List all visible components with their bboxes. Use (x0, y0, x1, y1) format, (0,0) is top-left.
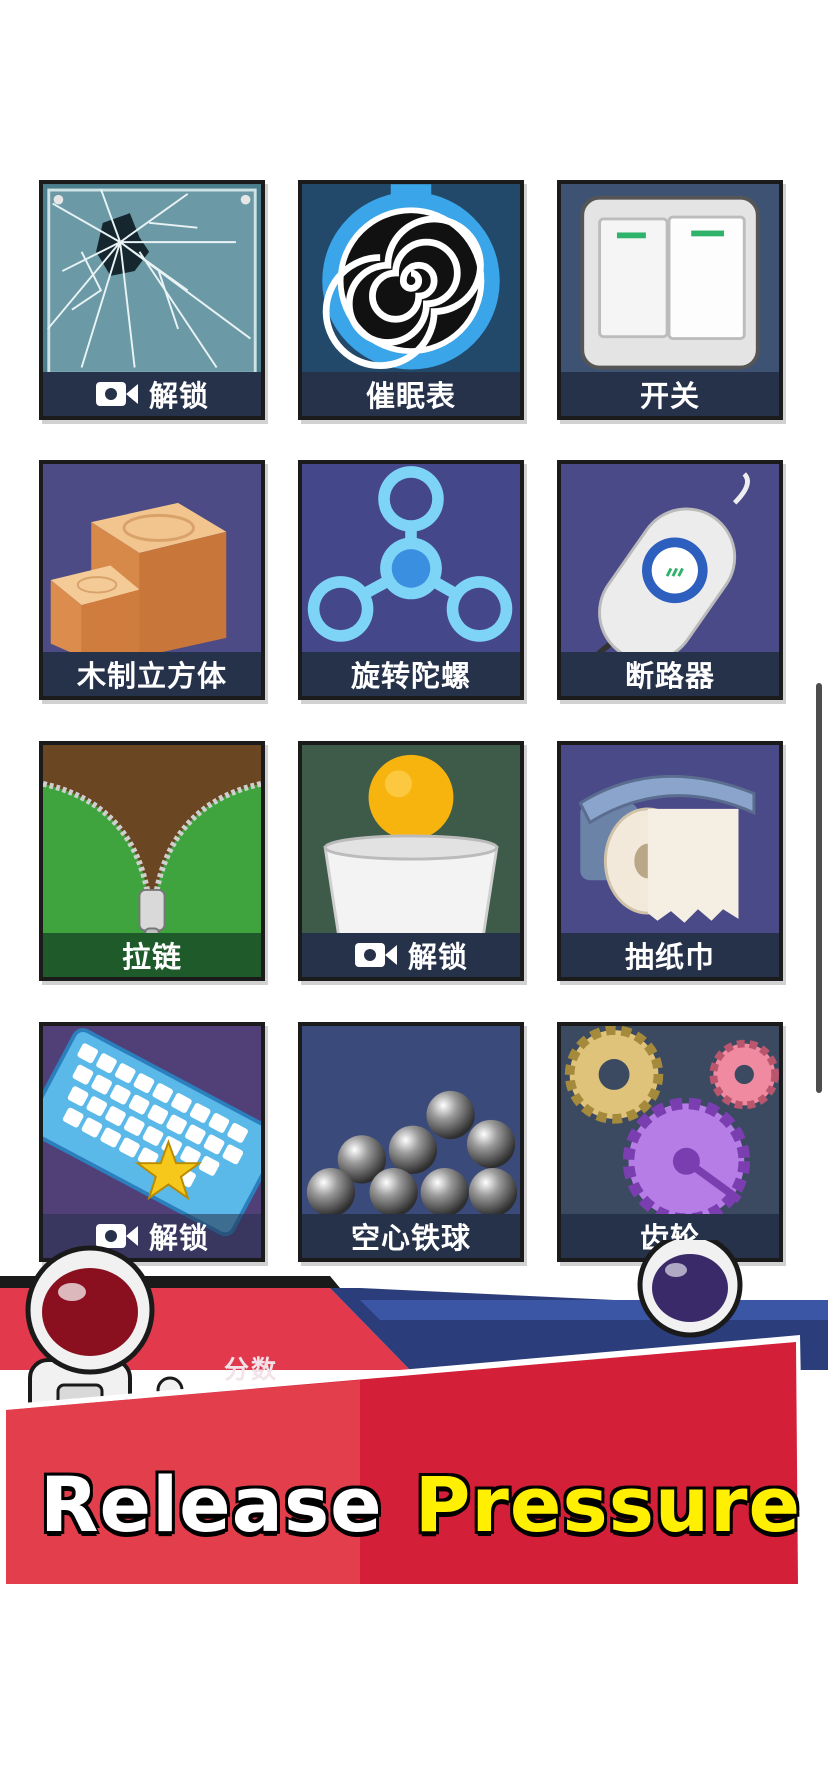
tile-wood-cubes[interactable]: 木制立方体 (39, 460, 265, 700)
tile-label: 旋转陀螺 (350, 659, 471, 693)
tile-toilet-paper[interactable]: 抽纸巾 (557, 741, 783, 981)
tile-label-bar: 断路器 (561, 652, 779, 696)
tile-label-bar: 催眠表 (302, 372, 520, 416)
tile-fidget-spinner[interactable]: 旋转陀螺 (298, 460, 524, 700)
tile-steel-balls[interactable]: 空心铁球 (298, 1022, 524, 1262)
tile-label: 开关 (639, 379, 700, 413)
score-label: 分数 (224, 1355, 279, 1384)
tile-label: 解锁 (407, 940, 468, 974)
tile-zipper[interactable]: 拉链 (39, 741, 265, 981)
tile-label: 解锁 (148, 379, 209, 413)
tile-breaker[interactable]: 断路器 (557, 460, 783, 700)
tile-broken-glass[interactable]: 解锁 (39, 180, 265, 420)
tile-label: 抽纸巾 (624, 940, 715, 974)
tile-keyboard[interactable]: 解锁 (39, 1022, 265, 1262)
tile-ping-pong-cup[interactable]: 解锁 (298, 741, 524, 981)
tile-label: 断路器 (624, 659, 715, 693)
promo-banner (0, 1240, 828, 1590)
tile-label: 拉链 (121, 940, 182, 974)
tile-label-bar: 开关 (561, 372, 779, 416)
scrollbar[interactable] (816, 683, 822, 1093)
astronaut-right-icon (637, 1240, 743, 1338)
tile-label: 催眠表 (365, 379, 456, 413)
video-camera-icon (95, 382, 138, 406)
tile-label-bar: 旋转陀螺 (302, 652, 520, 696)
tile-light-switch[interactable]: 开关 (557, 180, 783, 420)
tile-label: 木制立方体 (76, 659, 227, 693)
tile-label-bar: 拉链 (43, 933, 261, 977)
video-camera-icon (354, 943, 397, 967)
tile-gears[interactable]: 齿轮 (557, 1022, 783, 1262)
tile-label-bar: 抽纸巾 (561, 933, 779, 977)
banner-title: Release Pressure (40, 1460, 801, 1549)
banner-title-yellow: Pressure (414, 1460, 802, 1549)
banner-title-white: Release (40, 1460, 383, 1549)
tile-label-bar: 木制立方体 (43, 652, 261, 696)
tile-label-bar: 解锁 (302, 933, 520, 977)
tile-hypnosis-watch[interactable]: 催眠表 (298, 180, 524, 420)
tile-label-bar: 解锁 (43, 372, 261, 416)
